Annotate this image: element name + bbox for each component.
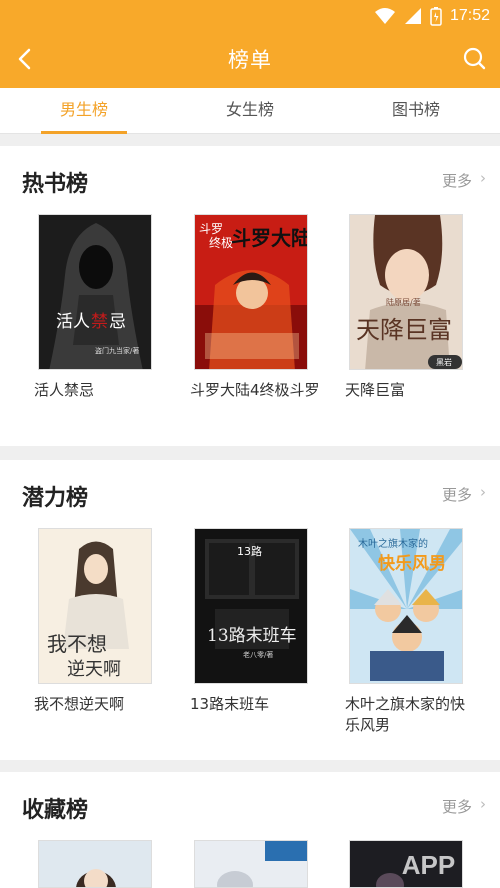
svg-text:陆原居/著: 陆原居/著 (386, 297, 421, 307)
section-title: 热书榜 (22, 172, 89, 197)
svg-text:13路末班车: 13路末班车 (207, 626, 297, 646)
section-collect: 收藏榜 更多 › APP 西 (0, 772, 500, 888)
tab-male-label: 男生榜 (59, 100, 108, 119)
battery-icon (430, 7, 442, 26)
active-tab-indicator (41, 131, 127, 134)
tab-female[interactable]: 女生榜 (180, 88, 320, 134)
book-title[interactable]: 活人禁忌 (34, 380, 164, 401)
book-cover[interactable]: 13路 13路末班车 老八零/著 (194, 528, 308, 684)
book-cover[interactable]: 陆原居/著 天降巨富 黑岩 (349, 214, 463, 370)
section-title: 潜力榜 (22, 486, 89, 511)
status-bar: 17:52 (374, 4, 490, 28)
tab-books[interactable]: 图书榜 (346, 88, 486, 134)
svg-text:忌: 忌 (109, 312, 126, 332)
signal-icon (404, 8, 421, 24)
svg-text:逆天啊: 逆天啊 (67, 659, 121, 680)
chevron-right-icon[interactable]: › (480, 483, 486, 501)
more-link[interactable]: 更多 (442, 484, 472, 505)
more-link[interactable]: 更多 (442, 170, 472, 191)
search-icon (463, 47, 486, 70)
page-title: 榜单 (228, 48, 272, 72)
svg-text:快乐风男: 快乐风男 (378, 553, 446, 574)
book-title[interactable]: 13路末班车 (190, 694, 320, 715)
title-bar: 榜单 (0, 34, 500, 84)
svg-text:13路: 13路 (237, 545, 262, 558)
book-title[interactable]: 天降巨富 (345, 380, 475, 401)
search-button[interactable] (460, 44, 488, 74)
svg-text:盗门九当家/著: 盗门九当家/著 (95, 346, 139, 355)
more-link[interactable]: 更多 (442, 796, 472, 817)
tab-books-label: 图书榜 (391, 100, 440, 119)
svg-text:终极: 终极 (209, 235, 233, 250)
svg-text:黑岩: 黑岩 (436, 357, 452, 367)
svg-text:斗罗: 斗罗 (199, 222, 223, 236)
book-cover[interactable]: 我不想 逆天啊 (38, 528, 152, 684)
section-title: 收藏榜 (22, 798, 89, 823)
svg-text:老八零/著: 老八零/著 (243, 650, 273, 659)
book-title[interactable]: 木叶之旗木家的快乐风男 (345, 694, 475, 736)
svg-text:天降巨富: 天降巨富 (356, 316, 452, 344)
book-cover[interactable] (194, 840, 308, 888)
svg-text:禁: 禁 (91, 312, 108, 332)
svg-text:斗罗大陆: 斗罗大陆 (231, 226, 308, 250)
section-hot: 热书榜 更多 › 活人 禁 忌 盗门九当家/著 活人禁忌 斗罗 终极 斗罗大陆 … (0, 146, 500, 446)
svg-text:活人: 活人 (56, 312, 90, 332)
book-cover[interactable]: 斗罗 终极 斗罗大陆 (194, 214, 308, 370)
book-cover[interactable]: 木叶之旗木家的 快乐风男 (349, 528, 463, 684)
svg-text:木叶之旗木家的: 木叶之旗木家的 (358, 537, 428, 550)
wifi-icon (374, 8, 395, 24)
app-header: 17:52 榜单 (0, 0, 500, 88)
status-time: 17:52 (449, 7, 490, 24)
chevron-right-icon[interactable]: › (480, 795, 486, 813)
chevron-right-icon[interactable]: › (480, 169, 486, 187)
book-title[interactable]: 斗罗大陆4终极斗罗 (190, 380, 320, 401)
book-title[interactable]: 我不想逆天啊 (34, 694, 164, 715)
watermark: APP 西 (401, 850, 488, 880)
svg-text:我不想: 我不想 (47, 632, 107, 656)
book-cover[interactable]: 活人 禁 忌 盗门九当家/著 (38, 214, 152, 370)
tab-female-label: 女生榜 (225, 100, 274, 119)
tab-bar: 男生榜 女生榜 图书榜 (0, 88, 500, 134)
tab-male[interactable]: 男生榜 (14, 88, 154, 134)
book-cover[interactable] (38, 840, 152, 888)
section-potential: 潜力榜 更多 › 我不想 逆天啊 我不想逆天啊 13路 13路末班车 老八零/著… (0, 460, 500, 760)
